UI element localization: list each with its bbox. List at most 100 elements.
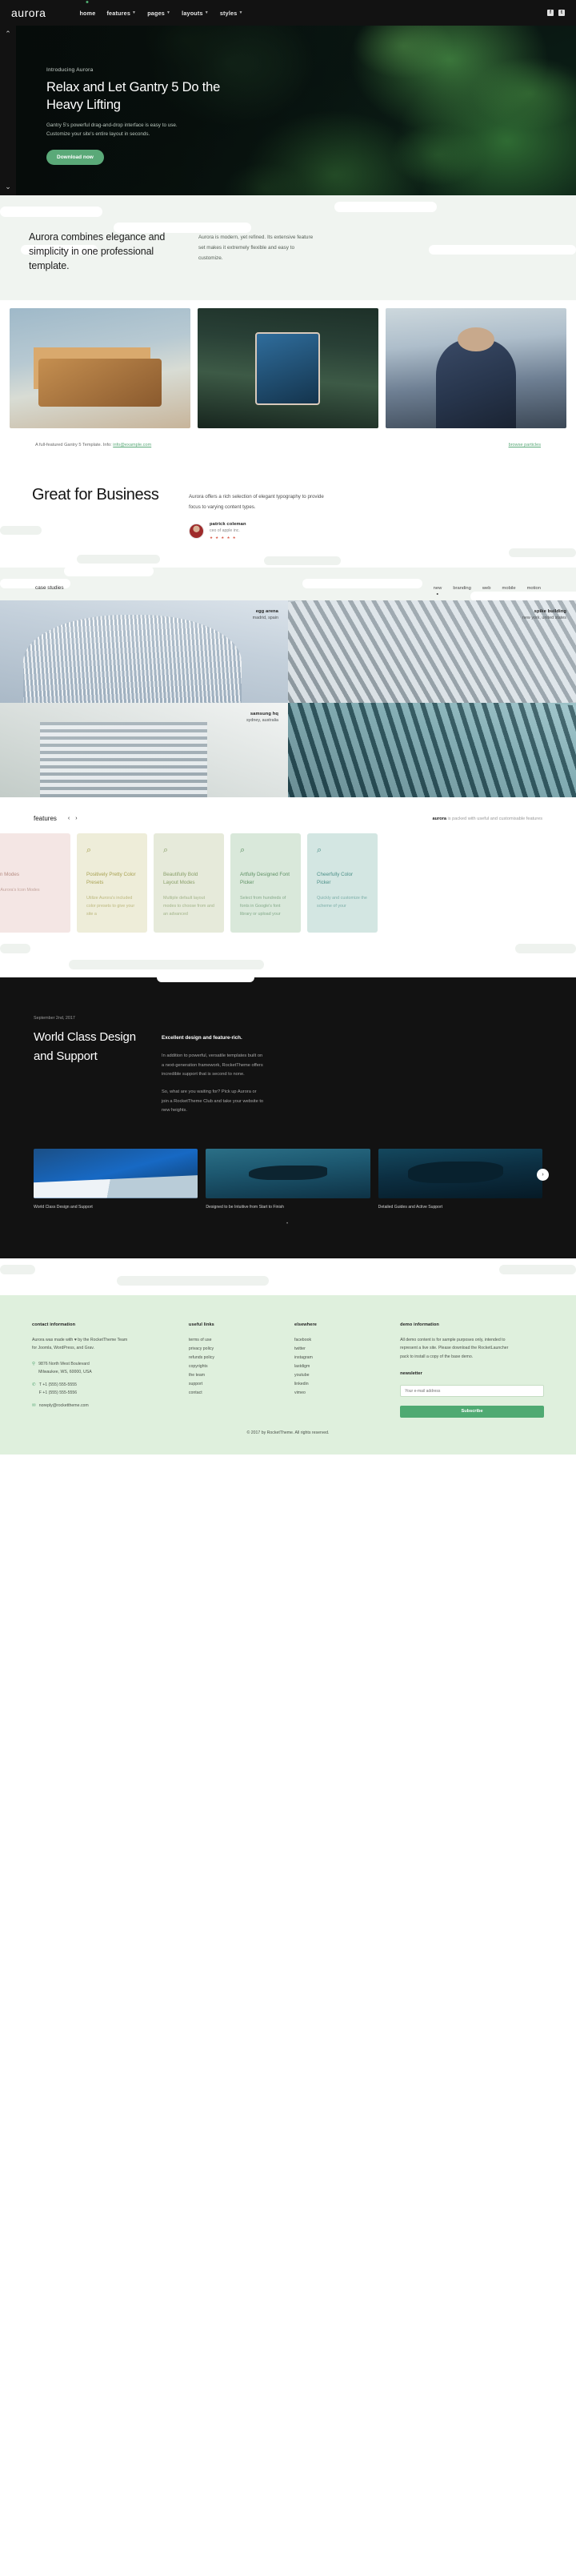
search-icon: ⌕ [0,846,61,855]
footer-link-terms[interactable]: terms of use [189,1336,282,1345]
footer-email-link[interactable]: noreply@rockettheme.com [39,1402,89,1410]
blog-thumbnails: World Class Design and Support Designed … [34,1148,549,1211]
gallery-image-portrait[interactable] [386,308,566,429]
portfolio-grid: egg arena madrid, spain spike building n… [0,600,576,798]
subscribe-button[interactable]: Subscribe [400,1405,544,1418]
hero-section: ⌃ ⌄ Introducing Aurora Relax and Let Gan… [0,26,576,195]
footer-link-copyrights[interactable]: copyrights [189,1362,282,1371]
placeholder-bar [64,566,154,577]
portfolio-item-egg-arena[interactable]: egg arena madrid, spain [0,600,288,704]
placeholder-bar [334,202,437,212]
footer-useful-links-column: useful links terms of use privacy policy… [189,1322,282,1417]
footer-link-contact[interactable]: contact [189,1389,282,1398]
portfolio-title: egg arena [255,609,278,615]
feature-card-icon-modes[interactable]: ⌕ Intuitive Icon Modes Pick the right Au… [0,833,70,933]
hero-eyebrow: Introducing Aurora [46,67,94,73]
filter-web[interactable]: web [482,586,491,591]
footer-link-lastdigm[interactable]: lastdigm [294,1362,387,1371]
info-strip: A full-featured Gantry 5 Template. Info:… [0,428,576,466]
chevron-right-icon[interactable]: › [75,816,77,821]
footer-link-instagram[interactable]: instagram [294,1354,387,1362]
footer-email: ✉ noreply@rockettheme.com [32,1402,176,1410]
facebook-icon[interactable]: f [547,10,554,16]
image-gallery [0,300,576,429]
placeholder-bar [509,548,576,558]
gallery-image-phone[interactable] [198,308,378,429]
carousel-dots[interactable]: • [34,1222,542,1226]
intro-heading: Aurora combines elegance and simplicity … [29,231,166,271]
blog-left: September 2nd, 2017 World Class Design a… [34,1016,138,1124]
footer-link-privacy[interactable]: privacy policy [189,1345,282,1354]
feature-card-color-presets[interactable]: ⌕ Positively Pretty Color Presets Utiliz… [77,833,147,933]
portfolio-location: new york, united states [522,616,566,621]
feature-card-body: Multiple default layout modes to choose … [163,896,214,917]
chevron-left-icon[interactable]: ‹ [68,816,70,821]
nav-item-pages[interactable]: pages ▼ [147,6,170,20]
site-logo[interactable]: aurora [11,6,46,19]
footer-link-support[interactable]: support [189,1380,282,1389]
placeholder-bar [302,579,422,589]
nav-item-home[interactable]: home [79,6,95,20]
footer-link-twitter[interactable]: twitter [294,1345,387,1354]
blog-section: September 2nd, 2017 World Class Design a… [0,973,576,1259]
footer-link-linkedin[interactable]: linkedin [294,1380,387,1389]
intro-paragraph: Aurora is modern, yet refined. Its exten… [198,235,314,261]
feature-card-title: Artfully Designed Font Picker [240,872,290,886]
info-email-link[interactable]: info@example.com [113,443,151,447]
footer-link-team[interactable]: the team [189,1371,282,1380]
search-icon: ⌕ [317,845,322,856]
spacer-2 [0,1258,576,1296]
placeholder-bar [0,1265,35,1275]
nav-item-layouts[interactable]: layouts ▼ [182,6,209,20]
main-navigation: home features ▼ pages ▼ layouts ▼ styles… [79,6,242,20]
footer-heading-elsewhere: elsewhere [294,1322,317,1328]
filter-branding[interactable]: branding [453,586,471,591]
filter-new[interactable]: new [434,586,442,591]
business-right: Aurora offers a rich selection of elegan… [189,484,544,540]
filter-mobile[interactable]: mobile [502,586,516,591]
site-footer: contact information Aurora was made with… [0,1295,576,1455]
feature-card-layout-modes[interactable]: ⌕ Beautifully Bold Layout Modes Multiple… [154,833,224,933]
blog-thumb-3[interactable]: Detailed Guides and Active Support [378,1148,542,1211]
footer-address-text: 9876 North West Boulevard Milwaukee, WS,… [38,1361,92,1374]
portfolio-item-samsung-hq[interactable]: samsung hq sydney, australia [0,703,288,798]
feature-card-color-picker[interactable]: ⌕ Cheerfully Color Picker Quickly and cu… [307,833,378,933]
placeholder-bar [0,207,102,217]
blog-paragraph-1: In addition to powerful, versatile templ… [162,1053,263,1077]
filter-motion[interactable]: motion [527,586,541,591]
footer-link-facebook[interactable]: facebook [294,1336,387,1345]
download-now-button[interactable]: Download now [46,149,104,165]
nav-label: home [79,9,96,17]
twitter-icon[interactable]: t [558,10,565,16]
blog-thumb-1[interactable]: World Class Design and Support [34,1148,198,1211]
chevron-down-icon[interactable]: ⌄ [5,183,11,191]
features-carousel-arrows: ‹ › [68,816,78,821]
intro-section: Aurora combines elegance and simplicity … [0,195,576,301]
footer-link-vimeo[interactable]: vimeo [294,1389,387,1398]
portfolio-item-spike-building[interactable]: spike building new york, united states [288,600,576,704]
placeholder-bar [0,944,30,954]
carousel-next-button[interactable]: › [537,1168,549,1181]
portfolio-item-4[interactable] [288,703,576,798]
placeholder-bar [499,1265,576,1275]
newsletter-email-input[interactable] [400,1385,544,1398]
portfolio-title: spike building [534,609,566,615]
chevron-up-icon[interactable]: ⌃ [5,30,11,38]
footer-link-refunds[interactable]: refunds policy [189,1354,282,1362]
business-left: Great for Business [32,484,168,540]
copyright-text: © 2017 by RocketTheme. All rights reserv… [246,1430,330,1435]
browse-particles-link[interactable]: browse particles [509,443,541,447]
footer-demo-paragraph: All demo content is for sample purposes … [400,1338,509,1359]
features-note-rest: is packed with useful and customisable f… [446,816,542,821]
business-section: Great for Business Aurora offers a rich … [0,465,576,568]
nav-item-features[interactable]: features ▼ [106,6,136,20]
nav-item-styles[interactable]: styles ▼ [220,6,243,20]
blog-thumb-2[interactable]: Designed to be Intuitive from Start to F… [206,1148,370,1211]
footer-link-youtube[interactable]: youtube [294,1371,387,1380]
footer-phone: ✆ T +1 (555) 555-5555 F +1 (555) 555-555… [32,1381,176,1397]
search-icon: ⌕ [240,845,246,856]
blog-thumb-image [378,1148,542,1198]
gallery-image-wallet[interactable] [10,308,190,429]
feature-cards: ⌕ Intuitive Icon Modes Pick the right Au… [0,833,576,933]
feature-card-font-picker[interactable]: ⌕ Artfully Designed Font Picker Select f… [230,833,301,933]
